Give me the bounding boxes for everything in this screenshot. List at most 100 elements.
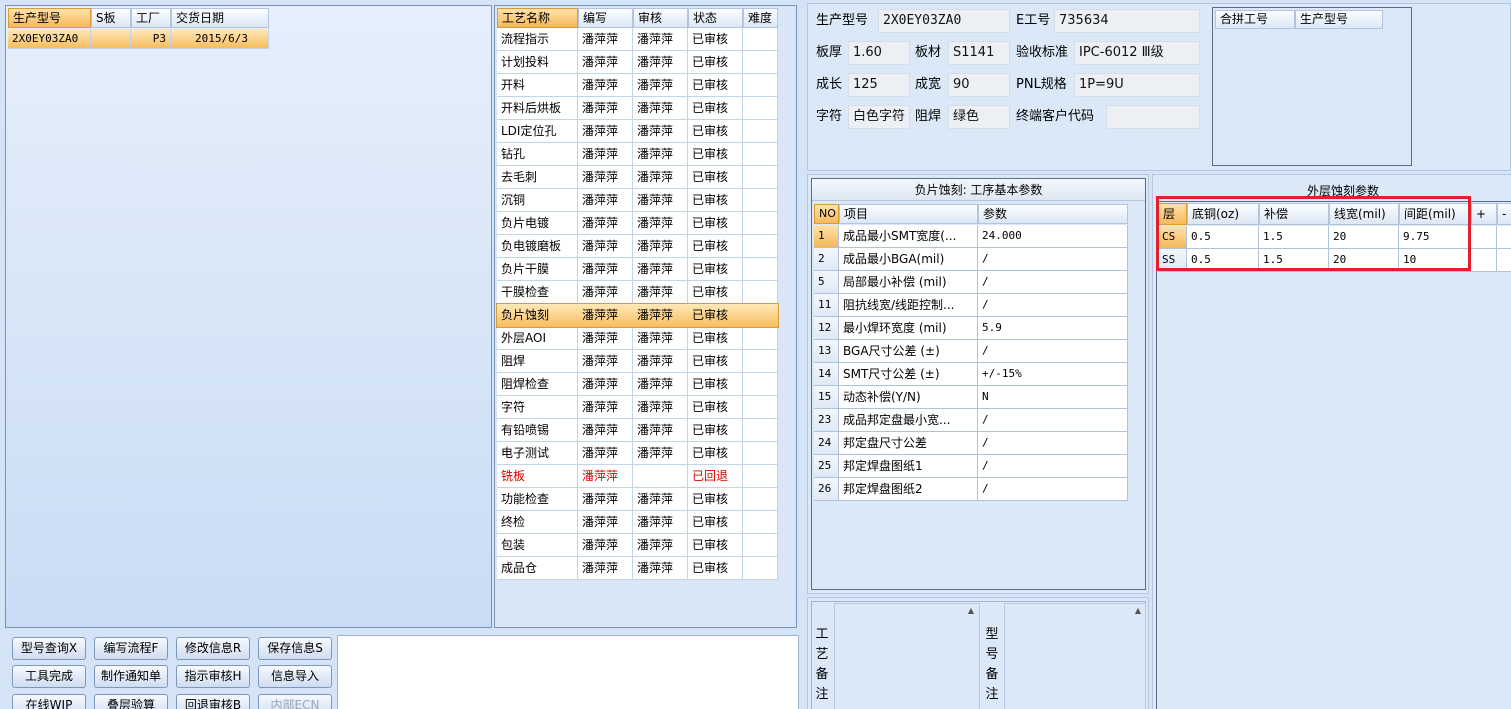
- col-status[interactable]: 状态: [688, 8, 743, 28]
- table-row[interactable]: 开料 潘萍萍 潘萍萍 已审核: [497, 74, 778, 97]
- cell-value: +/-15%: [978, 363, 1128, 386]
- material-value[interactable]: S1141: [948, 41, 1010, 65]
- table-row[interactable]: 去毛刺 潘萍萍 潘萍萍 已审核: [497, 166, 778, 189]
- table-row[interactable]: 13 BGA尺寸公差 (±) /: [814, 340, 1128, 363]
- table-row[interactable]: 2X0EY03ZA0 P3 2015/6/3: [8, 29, 269, 49]
- table-row[interactable]: 成品仓 潘萍萍 潘萍萍 已审核: [497, 557, 778, 580]
- cell-process-name: 开料后烘板: [497, 97, 578, 120]
- save-info-button[interactable]: 保存信息S: [258, 637, 332, 660]
- table-row[interactable]: 流程指示 潘萍萍 潘萍萍 已审核: [497, 28, 778, 51]
- col-date[interactable]: 交货日期: [171, 8, 269, 28]
- cell-status: 已审核: [688, 51, 743, 74]
- col-plus[interactable]: +: [1471, 203, 1497, 225]
- process-notes-input[interactable]: [834, 603, 980, 709]
- table-row[interactable]: 2 成品最小BGA(mil) /: [814, 248, 1128, 271]
- stack-check-button[interactable]: 叠层验算: [94, 694, 168, 709]
- model-value[interactable]: 2X0EY03ZA0: [878, 9, 1010, 33]
- table-row[interactable]: 15 动态补偿(Y/N) N: [814, 386, 1128, 409]
- col-factory[interactable]: 工厂: [131, 8, 171, 28]
- internal-ecn-button[interactable]: 内部ECN: [258, 694, 332, 709]
- table-row[interactable]: 负片蚀刻 潘萍萍 潘萍萍 已审核: [496, 303, 779, 328]
- table-row[interactable]: 23 成品邦定盘最小宽... /: [814, 409, 1128, 432]
- cell-reviewer: 潘萍萍: [633, 97, 688, 120]
- table-row[interactable]: 1 成品最小SMT宽度(... 24.000: [814, 225, 1128, 248]
- cell-process-name: 计划投料: [497, 51, 578, 74]
- write-flow-button[interactable]: 编写流程F: [94, 637, 168, 660]
- customer-value[interactable]: [1106, 105, 1200, 129]
- label-char: 注: [815, 687, 829, 702]
- char-value[interactable]: 白色字符: [848, 105, 910, 129]
- table-row[interactable]: 钻孔 潘萍萍 潘萍萍 已审核: [497, 143, 778, 166]
- col-no[interactable]: NO: [814, 204, 839, 224]
- col-reviewer[interactable]: 审核: [633, 8, 688, 28]
- scroll-up-icon[interactable]: ▲: [1131, 604, 1145, 618]
- cell-writer: 潘萍萍: [578, 304, 633, 327]
- table-row[interactable]: LDI定位孔 潘萍萍 潘萍萍 已审核: [497, 120, 778, 143]
- table-row[interactable]: 沉铜 潘萍萍 潘萍萍 已审核: [497, 189, 778, 212]
- cell-process-name: 功能检查: [497, 488, 578, 511]
- length-label: 成长: [816, 77, 843, 92]
- tool-complete-button[interactable]: 工具完成: [12, 665, 86, 688]
- table-row[interactable]: 负电镀磨板 潘萍萍 潘萍萍 已审核: [497, 235, 778, 258]
- pnl-value[interactable]: 1P=9U: [1074, 73, 1200, 97]
- table-row[interactable]: 负片电镀 潘萍萍 潘萍萍 已审核: [497, 212, 778, 235]
- eno-value[interactable]: 735634: [1054, 9, 1200, 33]
- online-wip-button[interactable]: 在线WIP: [12, 694, 86, 709]
- table-row[interactable]: 计划投料 潘萍萍 潘萍萍 已审核: [497, 51, 778, 74]
- col-difficulty[interactable]: 难度: [743, 8, 778, 28]
- col-s[interactable]: S板: [91, 8, 131, 28]
- table-row[interactable]: 24 邦定盘尺寸公差 /: [814, 432, 1128, 455]
- table-row[interactable]: 开料后烘板 潘萍萍 潘萍萍 已审核: [497, 97, 778, 120]
- standard-value[interactable]: IPC-6012 Ⅲ级: [1074, 41, 1200, 65]
- table-row[interactable]: 铣板 潘萍萍 已回退: [497, 465, 778, 488]
- table-row[interactable]: 5 局部最小补偿 (mil) /: [814, 271, 1128, 294]
- cell-value: N: [978, 386, 1128, 409]
- table-row[interactable]: 终检 潘萍萍 潘萍萍 已审核: [497, 511, 778, 534]
- col-merge-no[interactable]: 合拼工号: [1215, 10, 1295, 29]
- cell-value: /: [978, 294, 1128, 317]
- model-query-button[interactable]: 型号查询X: [12, 637, 86, 660]
- col-model[interactable]: 生产型号: [8, 8, 91, 28]
- table-row[interactable]: 11 阻抗线宽/线距控制... /: [814, 294, 1128, 317]
- modify-info-button[interactable]: 修改信息R: [176, 637, 250, 660]
- thick-value[interactable]: 1.60: [848, 41, 910, 65]
- col-merge-model[interactable]: 生产型号: [1295, 10, 1383, 29]
- return-review-button[interactable]: 回退审核B: [176, 694, 250, 709]
- cell-writer: 潘萍萍: [578, 28, 633, 51]
- table-row[interactable]: 负片干膜 潘萍萍 潘萍萍 已审核: [497, 258, 778, 281]
- message-box[interactable]: [337, 635, 799, 709]
- cell-difficulty: [743, 235, 778, 258]
- make-notice-button[interactable]: 制作通知单: [94, 665, 168, 688]
- scroll-up-icon[interactable]: ▲: [964, 604, 978, 618]
- length-value[interactable]: 125: [848, 73, 910, 97]
- label-char: 艺: [815, 647, 829, 662]
- table-row[interactable]: 功能检查 潘萍萍 潘萍萍 已审核: [497, 488, 778, 511]
- instruction-review-button[interactable]: 指示审核H: [176, 665, 250, 688]
- cell-reviewer: 潘萍萍: [633, 28, 688, 51]
- mask-value[interactable]: 绿色: [948, 105, 1010, 129]
- table-row[interactable]: 包装 潘萍萍 潘萍萍 已审核: [497, 534, 778, 557]
- table-row[interactable]: 有铅喷锡 潘萍萍 潘萍萍 已审核: [497, 419, 778, 442]
- cell-difficulty: [743, 74, 778, 97]
- table-row[interactable]: 14 SMT尺寸公差 (±) +/-15%: [814, 363, 1128, 386]
- table-row[interactable]: 干膜检查 潘萍萍 潘萍萍 已审核: [497, 281, 778, 304]
- col-value[interactable]: 参数: [978, 204, 1128, 224]
- table-row[interactable]: 25 邦定焊盘图纸1/: [814, 455, 1128, 478]
- table-row[interactable]: 阻焊 潘萍萍 潘萍萍 已审核: [497, 350, 778, 373]
- table-row[interactable]: 字符 潘萍萍 潘萍萍 已审核: [497, 396, 778, 419]
- col-writer[interactable]: 编写: [578, 8, 633, 28]
- col-minus[interactable]: -: [1497, 203, 1511, 225]
- cell-status: 已审核: [688, 120, 743, 143]
- cell-difficulty: [743, 465, 778, 488]
- col-process-name[interactable]: 工艺名称: [497, 8, 578, 28]
- cell-process-name: 包装: [497, 534, 578, 557]
- table-row[interactable]: 26 邦定焊盘图纸2/: [814, 478, 1128, 501]
- table-row[interactable]: 电子测试 潘萍萍 潘萍萍 已审核: [497, 442, 778, 465]
- info-import-button[interactable]: 信息导入: [258, 665, 332, 688]
- model-notes-input[interactable]: [1004, 603, 1146, 709]
- col-item[interactable]: 项目: [839, 204, 978, 224]
- table-row[interactable]: 阻焊检查 潘萍萍 潘萍萍 已审核: [497, 373, 778, 396]
- width-value[interactable]: 90: [948, 73, 1010, 97]
- table-row[interactable]: 外层AOI 潘萍萍 潘萍萍 已审核: [497, 327, 778, 350]
- table-row[interactable]: 12 最小焊环宽度 (mil) 5.9: [814, 317, 1128, 340]
